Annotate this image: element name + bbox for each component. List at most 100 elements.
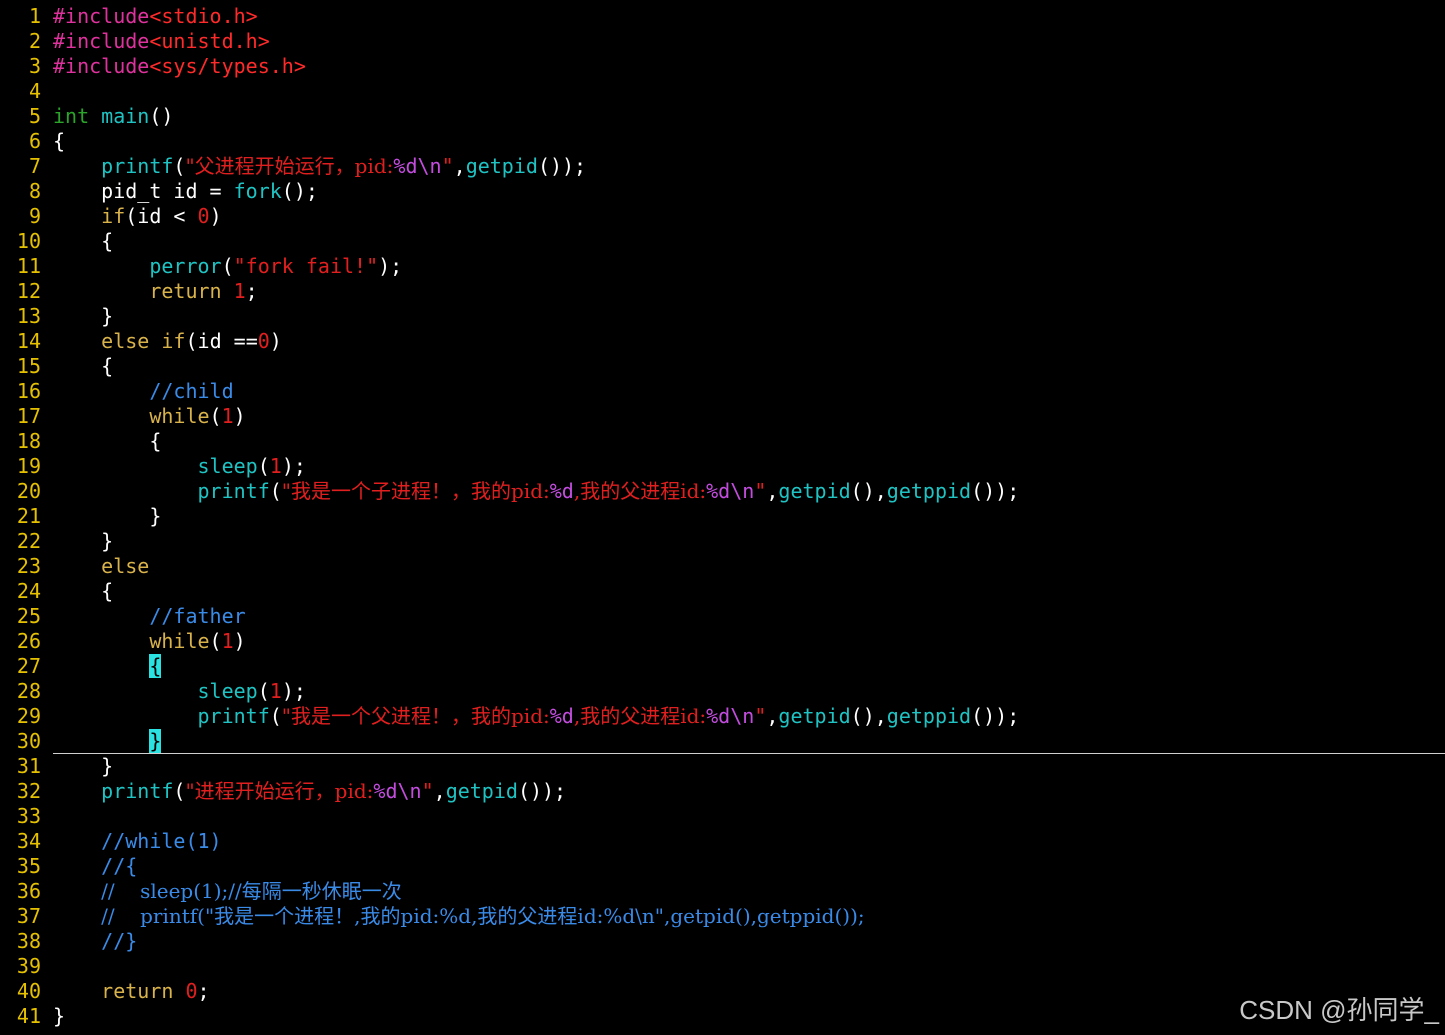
code-text[interactable]: { (41, 429, 161, 454)
code-line[interactable]: 14 else if(id ==0) (0, 329, 1445, 354)
code-text[interactable]: } (41, 729, 162, 754)
code-line[interactable]: 29 printf("我是一个父进程！，我的pid:%d,我的父进程id:%d\… (0, 704, 1445, 729)
code-line[interactable]: 15 { (0, 354, 1445, 379)
code-text[interactable]: else (41, 554, 149, 579)
code-text[interactable]: if(id < 0) (41, 204, 221, 229)
code-token: ()); (971, 479, 1020, 503)
code-text[interactable]: //while(1) (41, 829, 221, 854)
code-line[interactable]: 33 (0, 804, 1445, 829)
code-text[interactable]: //father (41, 604, 245, 629)
code-line[interactable]: 37 // printf("我是一个进程！,我的pid:%d,我的父进程id:%… (0, 904, 1445, 929)
code-text[interactable]: } (41, 754, 113, 779)
code-text[interactable]: #include<sys/types.h> (41, 54, 306, 79)
code-line[interactable]: 31 } (0, 754, 1445, 779)
code-text[interactable]: { (41, 579, 113, 604)
code-line[interactable]: 24 { (0, 579, 1445, 604)
code-line[interactable]: 11 perror("fork fail!"); (0, 254, 1445, 279)
code-line[interactable]: 34 //while(1) (0, 829, 1445, 854)
code-text[interactable]: #include<stdio.h> (41, 4, 258, 29)
code-line[interactable]: 10 { (0, 229, 1445, 254)
code-text[interactable]: else if(id ==0) (41, 329, 282, 354)
code-line[interactable]: 28 sleep(1); (0, 679, 1445, 704)
code-line[interactable]: 3 #include<sys/types.h> (0, 54, 1445, 79)
code-text[interactable]: sleep(1); (41, 454, 306, 479)
code-text[interactable]: { (41, 129, 65, 154)
code-text[interactable] (41, 954, 53, 979)
code-line[interactable]: 19 sleep(1); (0, 454, 1445, 479)
code-text[interactable]: { (41, 354, 113, 379)
code-line[interactable]: 4 (0, 79, 1445, 104)
code-text[interactable]: perror("fork fail!"); (41, 254, 402, 279)
line-number: 3 (28, 54, 41, 78)
code-line[interactable]: 25 //father (0, 604, 1445, 629)
code-text[interactable]: } (41, 304, 113, 329)
code-line[interactable]: 27 { (0, 654, 1445, 679)
code-text[interactable] (41, 804, 53, 829)
code-text[interactable]: { (41, 654, 162, 679)
code-token: { (53, 354, 114, 378)
code-text[interactable]: } (41, 1004, 65, 1029)
code-line[interactable]: 38 //} (0, 929, 1445, 954)
code-text[interactable]: // printf("我是一个进程！,我的pid:%d,我的父进程id:%d\n… (41, 904, 864, 929)
code-text[interactable]: pid_t id = fork(); (41, 179, 318, 204)
code-line[interactable]: 18 { (0, 429, 1445, 454)
code-line[interactable]: 36 // sleep(1);//每隔一秒休眠一次 (0, 879, 1445, 904)
code-line[interactable]: 9 if(id < 0) (0, 204, 1445, 229)
code-text[interactable]: sleep(1); (41, 679, 306, 704)
code-text[interactable]: printf("我是一个父进程！，我的pid:%d,我的父进程id:%d\n",… (41, 704, 1020, 729)
code-text[interactable]: printf("我是一个子进程！，我的pid:%d,我的父进程id:%d\n",… (41, 479, 1020, 504)
code-text[interactable]: //child (41, 379, 233, 404)
code-line[interactable]: 35 //{ (0, 854, 1445, 879)
code-line[interactable]: 40 return 0; (0, 979, 1445, 1004)
code-text[interactable]: #include<unistd.h> (41, 29, 270, 54)
code-token: ); (378, 254, 403, 278)
code-text[interactable]: //{ (41, 854, 137, 879)
code-token: , (766, 479, 779, 503)
code-line[interactable]: 39 (0, 954, 1445, 979)
code-line[interactable]: 17 while(1) (0, 404, 1445, 429)
code-text[interactable]: //} (41, 929, 137, 954)
code-token: %d\n (706, 479, 755, 503)
code-text[interactable]: } (41, 504, 161, 529)
code-line[interactable]: 22 } (0, 529, 1445, 554)
code-text[interactable]: } (41, 529, 113, 554)
code-line[interactable]: 1 #include<stdio.h> (0, 4, 1445, 29)
code-text[interactable]: printf("进程开始运行，pid:%d\n",getpid()); (41, 779, 566, 804)
code-line[interactable]: 23 else (0, 554, 1445, 579)
code-text[interactable]: printf("父进程开始运行，pid:%d\n",getpid()); (41, 154, 586, 179)
line-number: 38 (16, 929, 41, 953)
code-text[interactable]: return 0; (41, 979, 209, 1004)
code-token: ,我的父进程id: (573, 479, 707, 503)
code-line[interactable]: 16 //child (0, 379, 1445, 404)
code-token: } (53, 304, 114, 328)
code-text[interactable]: while(1) (41, 404, 245, 429)
code-line[interactable]: 7 printf("父进程开始运行，pid:%d\n",getpid()); (0, 154, 1445, 179)
code-line[interactable]: 20 printf("我是一个子进程！，我的pid:%d,我的父进程id:%d\… (0, 479, 1445, 504)
code-editor[interactable]: 1 #include<stdio.h> 2 #include<unistd.h> 3 #i… (0, 4, 1445, 1029)
code-text[interactable] (41, 79, 53, 104)
code-text[interactable]: int main() (41, 104, 173, 129)
code-line[interactable]: 13 } (0, 304, 1445, 329)
code-line[interactable]: 6{ (0, 129, 1445, 154)
code-line[interactable]: 21 } (0, 504, 1445, 529)
line-number: 24 (16, 579, 41, 603)
code-line[interactable]: 41} (0, 1004, 1445, 1029)
code-text[interactable]: // sleep(1);//每隔一秒休眠一次 (41, 879, 402, 904)
code-text[interactable]: { (41, 229, 113, 254)
code-line[interactable]: 30 } (0, 729, 1445, 754)
line-number: 13 (16, 304, 41, 328)
code-line[interactable]: 8 pid_t id = fork(); (0, 179, 1445, 204)
code-line[interactable]: 12 return 1; (0, 279, 1445, 304)
code-line[interactable]: 5 int main() (0, 104, 1445, 129)
code-text[interactable]: while(1) (41, 629, 245, 654)
code-line[interactable]: 2 #include<unistd.h> (0, 29, 1445, 54)
line-number: 6 (28, 129, 41, 153)
code-line[interactable]: 26 while(1) (0, 629, 1445, 654)
code-text[interactable]: return 1; (41, 279, 257, 304)
code-line[interactable]: 32 printf("进程开始运行，pid:%d\n",getpid()); (0, 779, 1445, 804)
